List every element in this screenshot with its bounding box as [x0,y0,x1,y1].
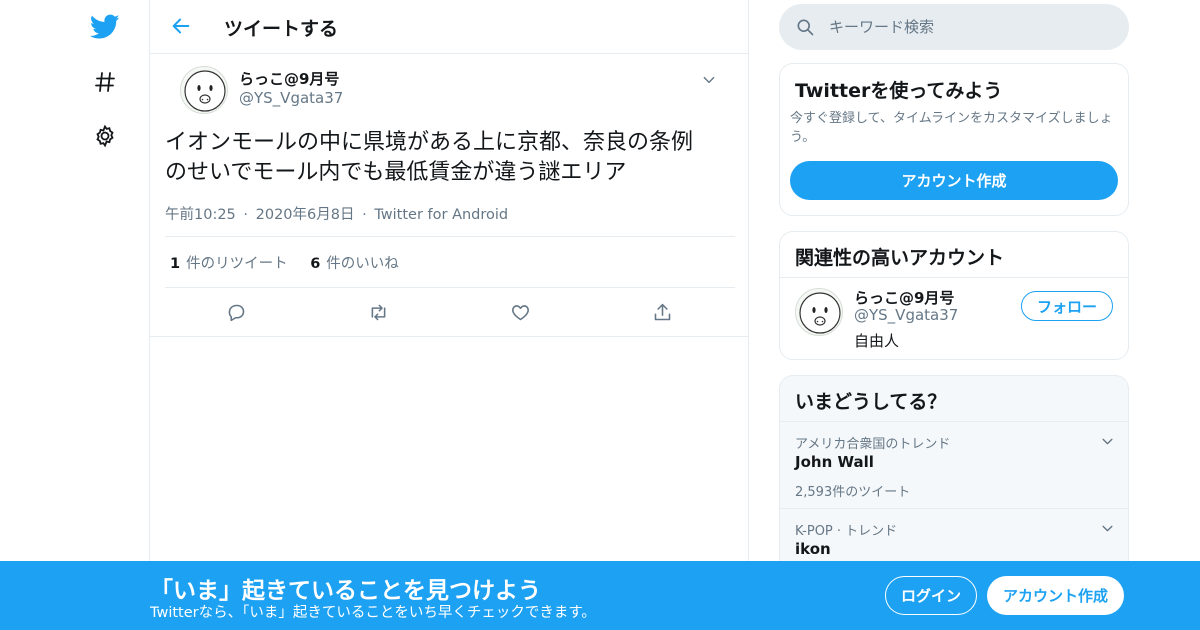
trend-context: アメリカ合衆国のトレンド [795,437,951,452]
trend-name: John Wall [795,453,874,471]
back-arrow-icon[interactable] [168,13,194,39]
retweet-icon[interactable] [364,298,392,326]
tweet-time[interactable]: 午前10:25 [165,207,236,223]
signup-card-title: Twitterを使ってみよう [795,80,1003,102]
gear-icon[interactable] [88,119,122,153]
heart-icon[interactable] [506,298,534,326]
tweet-text-line: イオンモールの中に県境がある上に京都、奈良の条例 [165,130,694,155]
related-accounts-title: 関連性の高いアカウント [795,247,1005,269]
like-count: 6 [310,256,321,272]
author-handle[interactable]: @YS_Vgata37 [239,89,343,107]
follow-button[interactable]: フォロー [1021,291,1113,321]
tweet-detail: らっこ@9月号 @YS_Vgata37 [150,54,748,120]
login-button[interactable]: ログイン [885,576,977,615]
page: ツイートする らっこ@9月号 @YS_Vgata37 イオンモールの中に県境があ… [0,0,1200,630]
left-nav [80,0,130,630]
divider [150,336,748,337]
retweet-count: 1 [170,256,181,272]
tweet-date[interactable]: 2020年6月8日 [256,207,355,223]
retweet-label: 件のリツイート [186,256,288,272]
tweet-source[interactable]: Twitter for Android [374,207,508,223]
tweet-text-line: のせいでモール内でも最低賃金が違う謎エリア [165,160,627,185]
meta-dot: · [362,207,367,223]
trends-title: いまどうしてる？ [795,391,947,413]
related-accounts-card: 関連性の高いアカウント らっこ@9月号 @YS_Vgata37 自由人 フォロー [779,231,1129,360]
trend-context: K-POP · トレンド [795,524,898,539]
hashtag-icon[interactable] [88,65,122,99]
like-stat[interactable]: 6 件のいいね [310,252,399,273]
author-name[interactable]: らっこ@9月号 [239,68,339,89]
divider [165,287,735,288]
share-icon[interactable] [648,298,676,326]
tweet-stats: 1 件のリツイート 6 件のいいね [170,252,417,273]
related-account-name[interactable]: らっこ@9月号 [854,287,954,308]
chevron-down-icon[interactable] [1098,519,1116,537]
tweet-author-row: らっこ@9月号 @YS_Vgata37 [165,54,733,120]
banner-subtitle: Twitterなら、「いま」起きていることをいち早くチェックできます。 [150,605,596,621]
retweet-stat[interactable]: 1 件のリツイート [170,252,288,273]
signup-card: Twitterを使ってみよう 今すぐ登録して、タイムラインをカスタマイズしましょ… [779,63,1129,216]
main-column: ツイートする らっこ@9月号 @YS_Vgata37 イオンモールの中に県境があ… [149,0,749,630]
tweet-text: イオンモールの中に県境がある上に京都、奈良の条例 のせいでモール内でも最低賃金が… [165,128,740,188]
divider [165,236,735,237]
search-icon [795,17,815,37]
banner-title: 「いま」起きていることを見つけよう [150,578,541,604]
twitter-bird-icon[interactable] [88,10,122,44]
trend-item[interactable]: アメリカ合衆国のトレンド John Wall 2,593件のツイート [780,422,1128,508]
avatar[interactable] [795,288,843,336]
search-input[interactable] [829,4,1119,50]
page-title: ツイートする [224,18,339,40]
like-label: 件のいいね [326,256,399,272]
tweet-meta: 午前10:25 · 2020年6月8日 · Twitter for Androi… [165,203,508,224]
search-box [779,4,1129,50]
divider [780,277,1128,278]
create-account-button[interactable]: アカウント作成 [790,161,1118,200]
trend-count: 2,593件のツイート [795,485,911,500]
create-account-button[interactable]: アカウント作成 [987,576,1124,615]
signup-card-description: 今すぐ登録して、タイムラインをカスタマイズしましょう。 [790,111,1113,145]
trends-card: いまどうしてる？ アメリカ合衆国のトレンド John Wall 2,593件のツ… [779,375,1129,575]
avatar[interactable] [180,66,228,114]
trend-name: ikon [795,540,831,558]
related-account-bio: 自由人 [854,332,900,350]
reply-icon[interactable] [222,298,250,326]
signup-banner: 「いま」起きていることを見つけよう Twitterなら、「いま」起きていることを… [0,561,1200,630]
meta-dot: · [243,207,249,223]
main-header: ツイートする [150,0,748,54]
tweet-actions [150,298,748,326]
related-account-handle[interactable]: @YS_Vgata37 [854,306,958,324]
chevron-down-icon[interactable] [699,70,719,90]
chevron-down-icon[interactable] [1098,432,1116,450]
